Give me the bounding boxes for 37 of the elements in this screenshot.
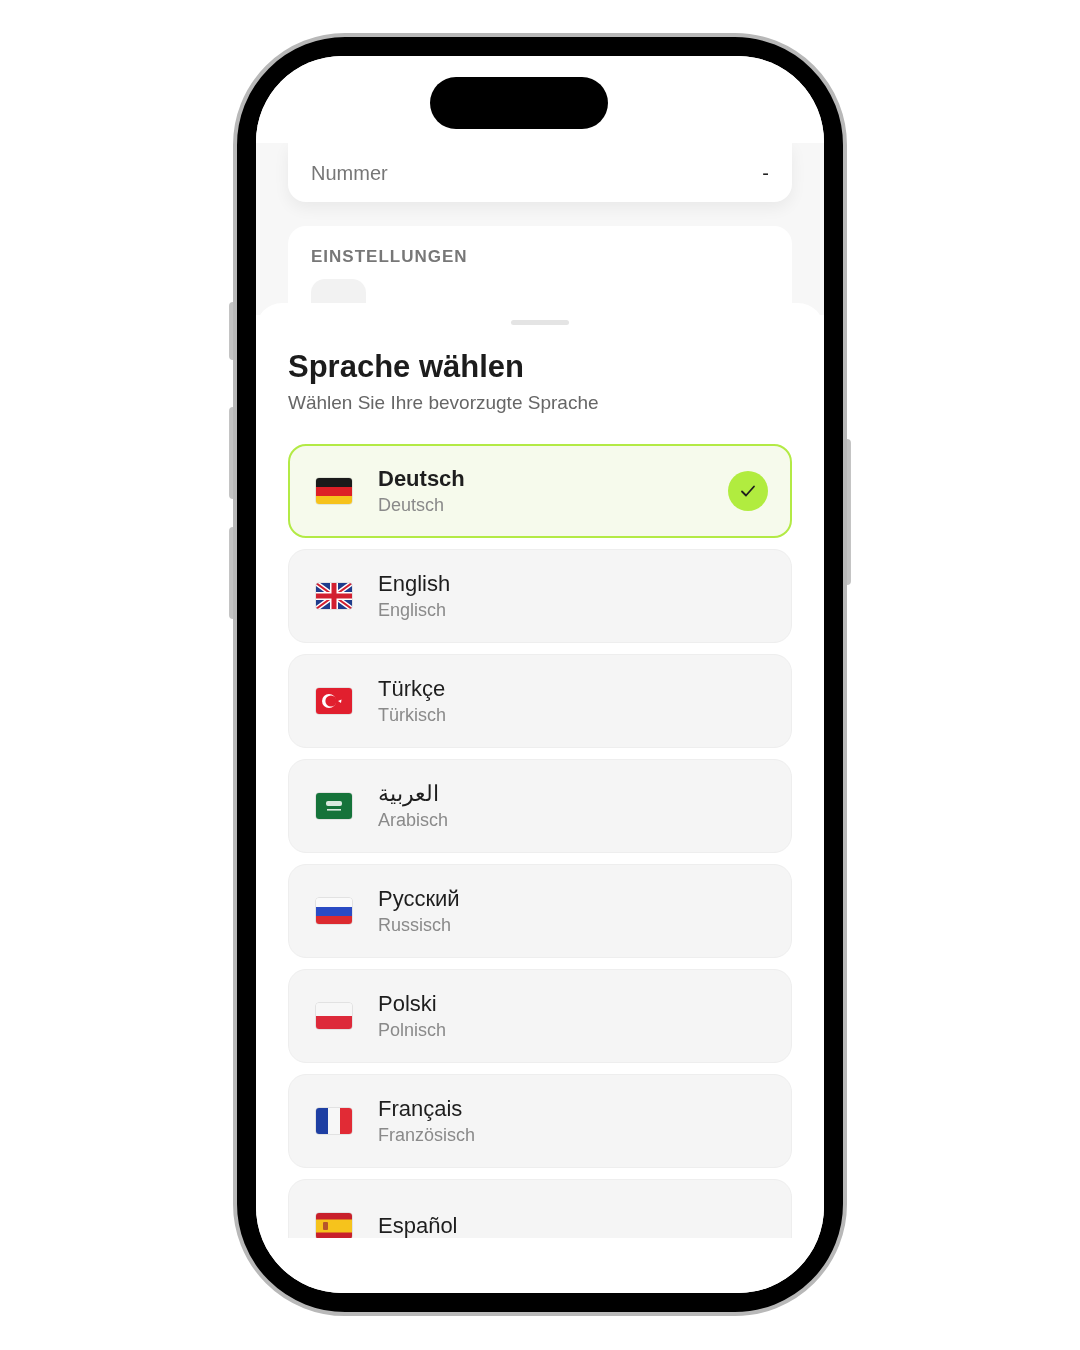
section-heading: EINSTELLUNGEN — [311, 246, 469, 268]
language-name: English — [378, 570, 451, 598]
language-option[interactable]: English Englisch — [288, 549, 792, 643]
language-option[interactable]: Français Französisch — [288, 1074, 792, 1168]
language-option[interactable]: Polski Polnisch — [288, 969, 792, 1063]
language-translation: Deutsch — [378, 494, 445, 517]
language-option[interactable]: Русский Russisch — [288, 864, 792, 958]
language-option[interactable]: Español — [288, 1179, 792, 1238]
language-name: Français — [378, 1095, 463, 1123]
language-name: Русский — [378, 885, 460, 913]
language-name: Türkçe — [378, 675, 446, 703]
flag-icon — [316, 898, 352, 924]
language-name: العربية — [378, 780, 439, 808]
language-name: Español — [378, 1212, 458, 1238]
field-label: Nummer — [311, 160, 388, 186]
language-option[interactable]: Türkçe Türkisch — [288, 654, 792, 748]
language-translation: Englisch — [378, 599, 447, 622]
flag-icon — [316, 478, 352, 504]
language-translation: Polnisch — [378, 1019, 447, 1042]
drag-handle[interactable] — [511, 320, 569, 325]
field-value: - — [762, 160, 769, 186]
language-name: Deutsch — [378, 465, 465, 493]
sheet-subtitle: Wählen Sie Ihre bevorzugte Sprache — [288, 391, 600, 415]
sheet-title: Sprache wählen — [288, 348, 526, 386]
flag-icon — [316, 793, 352, 819]
language-translation: Arabisch — [378, 809, 449, 832]
language-option[interactable]: Deutsch Deutsch — [288, 444, 792, 538]
language-translation: Türkisch — [378, 704, 446, 727]
language-translation: Französisch — [378, 1124, 476, 1147]
language-translation: Russisch — [378, 914, 452, 937]
flag-icon — [316, 1108, 352, 1134]
language-name: Polski — [378, 990, 437, 1018]
flag-icon — [316, 688, 352, 714]
flag-icon — [316, 1003, 352, 1029]
check-icon — [728, 471, 768, 511]
flag-icon — [316, 1213, 352, 1238]
flag-icon — [316, 583, 352, 609]
